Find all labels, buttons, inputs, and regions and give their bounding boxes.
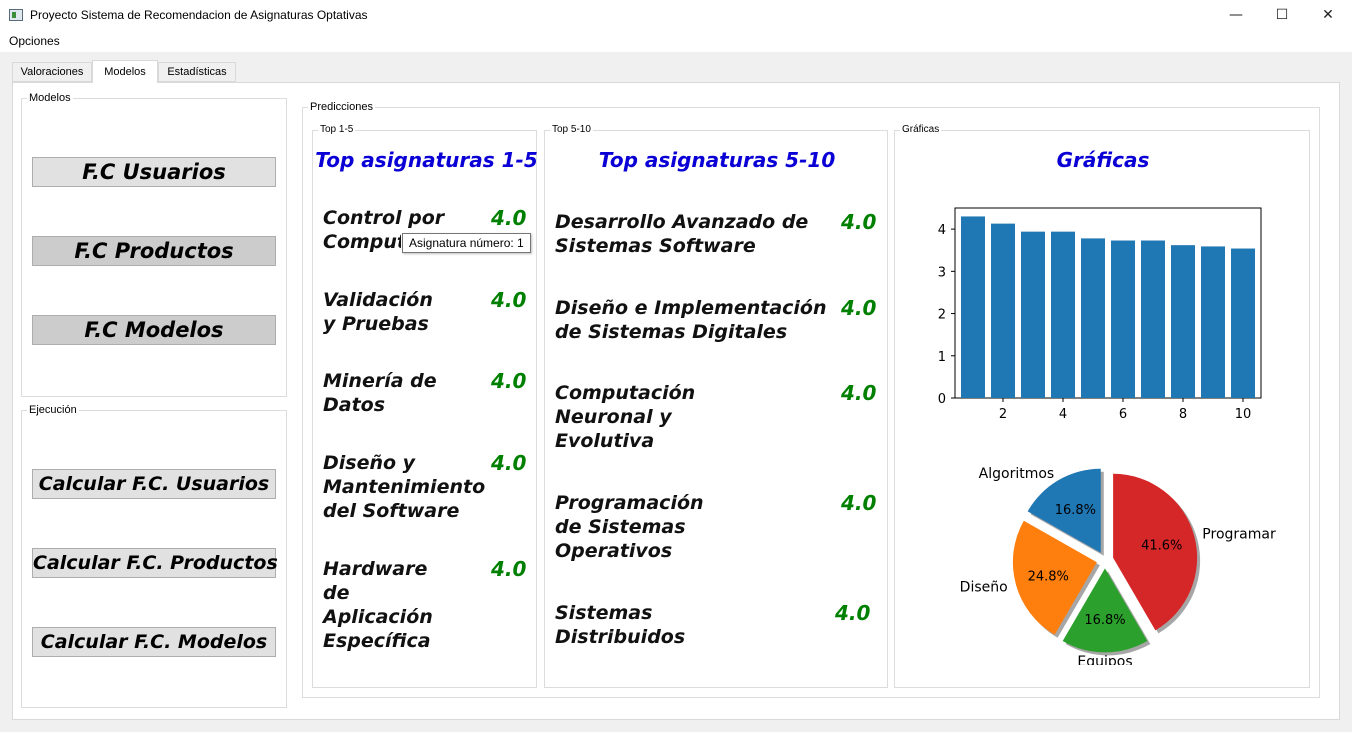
top1-subject-5: Hardware de Aplicación Específica [323, 558, 433, 652]
tooltip: Asignatura número: 1 [402, 233, 531, 253]
top5-subject-3: Computación Neuronal y Evolutiva [555, 382, 696, 452]
fc-modelos-button[interactable]: F.C Modelos [32, 315, 276, 345]
pie-percent-label: 24.8% [1028, 569, 1069, 584]
bar-1 [961, 216, 985, 398]
menu-opciones[interactable]: Opciones [9, 34, 60, 48]
window-title: Proyecto Sistema de Recomendacion de Asi… [30, 8, 368, 22]
tab-modelos[interactable]: Modelos [92, 60, 158, 83]
fc-usuarios-button[interactable]: F.C Usuarios [32, 157, 276, 187]
graficas-header: Gráficas [1056, 148, 1150, 172]
app-icon [9, 9, 23, 21]
bar-6 [1111, 240, 1135, 398]
x-tick-label: 10 [1235, 407, 1252, 422]
top1-subject-2: Validación y Pruebas [323, 289, 433, 335]
calcular-fc-usuarios-button[interactable]: Calcular F.C. Usuarios [32, 469, 276, 499]
pie-category-label: Programar [1202, 527, 1276, 543]
predicciones-group-title: Predicciones [308, 101, 375, 113]
close-icon[interactable]: ✕ [1305, 0, 1351, 31]
maximize-icon[interactable]: ☐ [1259, 0, 1305, 31]
top5-score-2: 4.0 [841, 296, 877, 320]
y-tick-label: 0 [938, 392, 946, 407]
top1-5-header: Top asignaturas 1-5 [315, 148, 538, 172]
pie-percent-label: 16.8% [1055, 503, 1096, 518]
tab-valoraciones[interactable]: Valoraciones [12, 62, 92, 82]
y-tick-label: 2 [938, 308, 946, 323]
y-tick-label: 3 [938, 265, 946, 280]
ejecucion-group-title: Ejecución [27, 404, 79, 416]
pie-percent-label: 16.8% [1084, 613, 1125, 628]
bar-chart: 0 1 2 3 4 2 4 6 8 10 [938, 207, 1262, 422]
x-tick-label: 6 [1119, 407, 1127, 422]
top1-score-5: 4.0 [491, 557, 527, 581]
tab-estadisticas[interactable]: Estadísticas [158, 62, 236, 82]
top1-score-3: 4.0 [491, 369, 527, 393]
top5-score-1: 4.0 [841, 210, 877, 234]
top1-score-4: 4.0 [491, 451, 527, 475]
bar-5 [1081, 238, 1105, 398]
top5-10-header: Top asignaturas 5-10 [598, 148, 836, 172]
bar-10 [1231, 248, 1255, 398]
bar-9 [1201, 246, 1225, 398]
top5-subject-1: Desarrollo Avanzado de Sistemas Software [555, 211, 809, 257]
top1-5-group-title: Top 1-5 [318, 124, 356, 135]
pie-percent-label: 41.6% [1141, 539, 1182, 554]
top1-subject-3: Minería de Datos [323, 370, 437, 416]
bar-8 [1171, 245, 1195, 398]
top1-score-1: 4.0 [491, 206, 527, 230]
y-tick-label: 1 [938, 350, 946, 365]
top5-10-group-title: Top 5-10 [550, 124, 593, 135]
top5-score-3: 4.0 [841, 381, 877, 405]
modelos-group-title: Modelos [27, 92, 73, 104]
calcular-fc-productos-button[interactable]: Calcular F.C. Productos [32, 548, 278, 578]
pie-category-label: Equipos [1077, 654, 1132, 665]
pie-chart: 16.8% Algoritmos 24.8% Diseño 16.8% Equipos 41… [960, 466, 1276, 665]
bar-4 [1051, 231, 1075, 398]
x-tick-label: 2 [999, 407, 1007, 422]
top5-subject-4: Programación de Sistemas Operativos [555, 492, 704, 562]
menu-bar [0, 31, 1352, 52]
calcular-fc-modelos-button[interactable]: Calcular F.C. Modelos [32, 627, 276, 657]
minimize-icon[interactable]: — [1213, 0, 1259, 31]
top5-subject-2: Diseño e Implementación de Sistemas Digi… [555, 297, 827, 343]
bar-2 [991, 223, 1015, 398]
y-tick-label: 4 [938, 223, 946, 238]
x-tick-label: 4 [1059, 407, 1067, 422]
fc-productos-button[interactable]: F.C Productos [32, 236, 276, 266]
top5-score-5: 4.0 [835, 601, 871, 625]
pie-category-label: Diseño [960, 579, 1008, 595]
top1-subject-4: Diseño y Mantenimiento del Software [323, 452, 486, 522]
graficas-group-title: Gráficas [900, 124, 942, 135]
top1-score-2: 4.0 [491, 288, 527, 312]
top5-score-4: 4.0 [841, 491, 877, 515]
top5-subject-5: Sistemas Distribuidos [555, 602, 686, 648]
x-tick-label: 8 [1179, 407, 1187, 422]
bar-7 [1141, 240, 1165, 398]
pie-category-label: Algoritmos [979, 466, 1055, 482]
bar-3 [1021, 231, 1045, 398]
